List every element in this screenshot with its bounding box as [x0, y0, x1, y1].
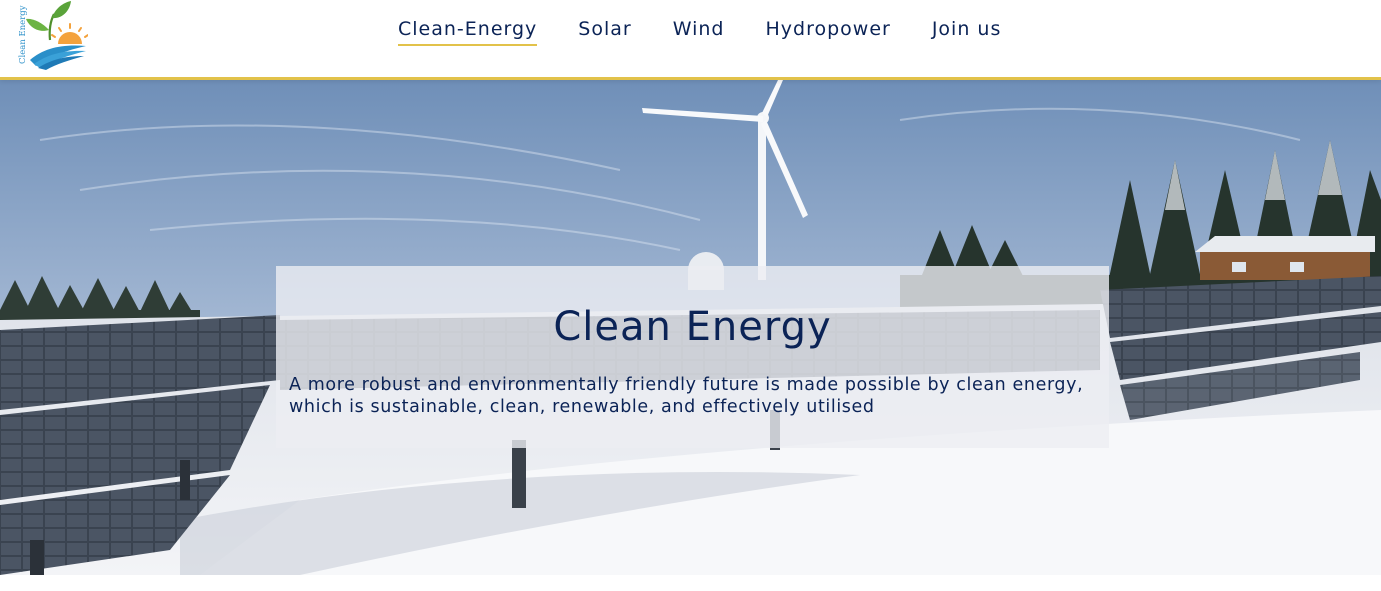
- nav-item-hydropower[interactable]: Hydropower: [765, 18, 890, 46]
- brand-logo[interactable]: Clean Energy: [14, 0, 89, 70]
- nav-item-join-us[interactable]: Join us: [932, 18, 1002, 46]
- nav-item-solar[interactable]: Solar: [578, 18, 631, 46]
- logo-text: Clean Energy: [18, 5, 28, 64]
- hero-banner: Clean Energy A more robust and environme…: [0, 80, 1381, 575]
- nav-item-wind[interactable]: Wind: [673, 18, 725, 46]
- hero-card: Clean Energy A more robust and environme…: [276, 266, 1109, 448]
- leaf-sun-logo-icon: Clean Energy: [18, 1, 89, 70]
- main-nav: Clean-Energy Solar Wind Hydropower Join …: [398, 18, 1042, 46]
- hero-title: Clean Energy: [553, 304, 832, 350]
- hero-description: A more robust and environmentally friend…: [289, 375, 1084, 417]
- site-header: Clean Energy Clean-Energy Solar Wind Hyd…: [0, 0, 1381, 80]
- nav-item-clean-energy[interactable]: Clean-Energy: [398, 18, 538, 46]
